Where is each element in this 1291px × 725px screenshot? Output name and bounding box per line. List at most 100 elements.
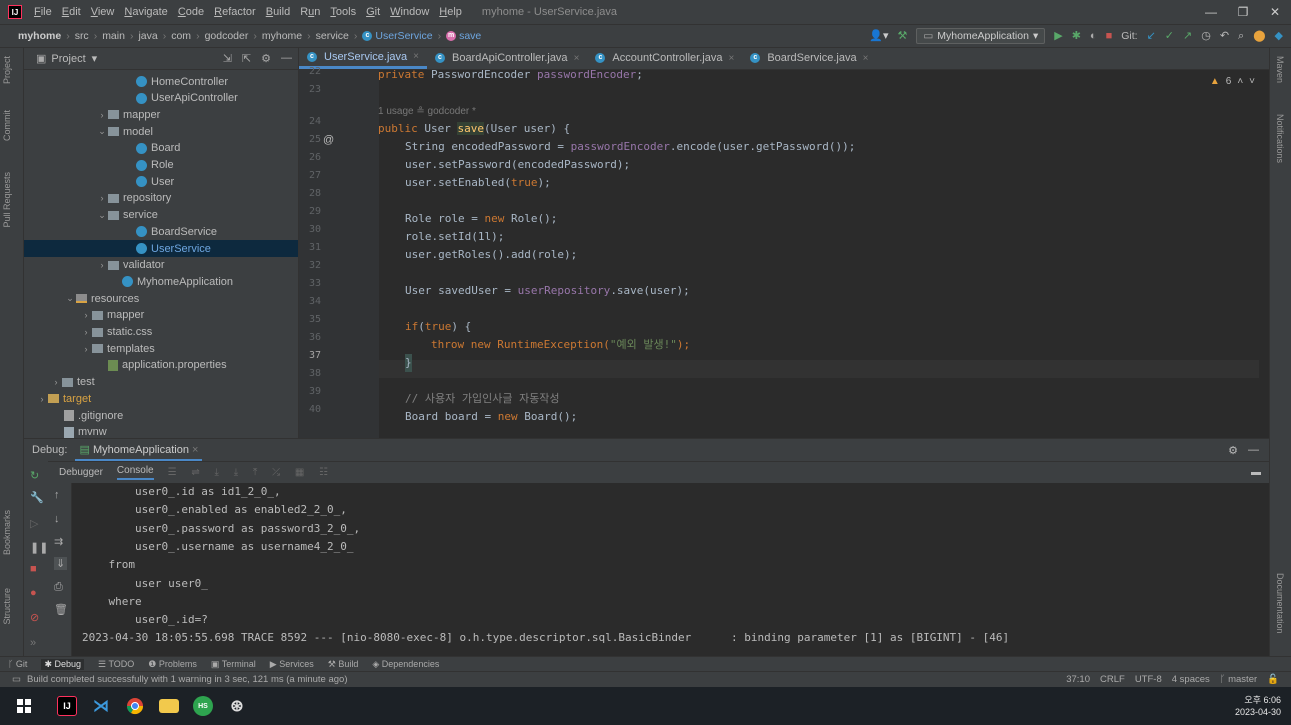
chevron-down-icon[interactable]: ▾ xyxy=(92,52,98,65)
lock-icon[interactable]: 🔓 xyxy=(1267,674,1279,685)
collapse-all-icon[interactable]: ⇱ xyxy=(242,52,251,65)
breadcrumb-item[interactable]: com xyxy=(171,30,191,42)
tree-item-mapper[interactable]: › mapper xyxy=(24,307,298,324)
more-icon[interactable]: » xyxy=(30,637,36,649)
intellij-taskbar-icon[interactable]: IJ xyxy=(57,696,77,716)
menu-help[interactable]: Help xyxy=(439,6,462,18)
tree-item-templates[interactable]: › templates xyxy=(24,340,298,357)
gear-icon[interactable]: ⚙ xyxy=(261,52,271,65)
cursor-position[interactable]: 37:10 xyxy=(1066,674,1090,685)
build-hammer-icon[interactable]: ⚒ xyxy=(898,30,908,42)
rerun-icon[interactable]: ↻ xyxy=(30,469,39,482)
rollback-icon[interactable]: ↶ xyxy=(1220,30,1229,42)
coverage-icon[interactable]: ◐ xyxy=(1090,30,1097,42)
breadcrumb-item[interactable]: godcoder xyxy=(205,30,249,42)
git-commit-icon[interactable]: ✓ xyxy=(1165,30,1174,42)
chevron-up-icon[interactable]: ˄ xyxy=(1237,76,1243,87)
line-separator[interactable]: CRLF xyxy=(1100,674,1125,685)
tree-item-mvnw[interactable]: mvnw xyxy=(24,424,298,438)
tree-item-board[interactable]: Board xyxy=(24,140,298,157)
indent-setting[interactable]: 4 spaces xyxy=(1172,674,1210,685)
close-icon[interactable]: × xyxy=(413,51,419,62)
bookmarks-tool-tab[interactable]: Bookmarks xyxy=(2,510,12,555)
menu-edit[interactable]: Edit xyxy=(62,6,81,18)
menu-navigate[interactable]: Navigate xyxy=(124,6,167,18)
history-icon[interactable]: ◷ xyxy=(1201,30,1211,42)
commit-tool-tab[interactable]: Commit xyxy=(2,110,12,141)
settings-wrench-icon[interactable]: 🔧 xyxy=(30,491,44,504)
gear-icon[interactable]: ⚙ xyxy=(1228,444,1238,457)
documentation-tool-tab[interactable]: Documentation xyxy=(1275,573,1285,634)
chevron-right-icon[interactable]: › xyxy=(96,260,108,270)
status-message[interactable]: Build completed successfully with 1 warn… xyxy=(27,674,348,685)
tree-item-resources[interactable]: ⌄ resources xyxy=(24,290,298,307)
stop-icon[interactable]: ■ xyxy=(1106,30,1113,42)
tree-item-role[interactable]: Role xyxy=(24,157,298,174)
tree-item-userservice[interactable]: UserService xyxy=(24,240,298,257)
pull-requests-tool-tab[interactable]: Pull Requests xyxy=(2,172,12,228)
run-icon[interactable]: ▶ xyxy=(1054,30,1062,42)
breakpoints-icon[interactable]: ● xyxy=(30,587,37,599)
stop-icon[interactable]: ■ xyxy=(30,563,37,575)
menu-file[interactable]: File xyxy=(34,6,52,18)
chevron-right-icon[interactable]: › xyxy=(80,310,92,320)
pause-icon[interactable]: ❚❚ xyxy=(30,541,48,554)
tree-item-user[interactable]: User xyxy=(24,173,298,190)
clear-trash-icon[interactable]: 🗑 xyxy=(54,603,68,616)
menu-build[interactable]: Build xyxy=(266,6,290,18)
tool-tab-git[interactable]: ᚴ Git xyxy=(8,659,27,669)
structure-tool-tab[interactable]: Structure xyxy=(2,588,12,625)
chevron-right-icon[interactable]: › xyxy=(96,110,108,120)
breadcrumb-item[interactable]: java xyxy=(138,30,157,42)
chevron-down-icon[interactable]: ⌄ xyxy=(64,293,76,304)
chrome-taskbar-icon[interactable] xyxy=(125,696,145,716)
github-desktop-taskbar-icon[interactable]: ⊛ xyxy=(227,696,247,716)
tree-item-target[interactable]: › target xyxy=(24,390,298,407)
menu-run[interactable]: Run xyxy=(300,6,320,18)
tree-item-myhomeapplication[interactable]: MyhomeApplication xyxy=(24,273,298,290)
resume-icon[interactable]: ▷ xyxy=(30,517,38,530)
scroll-up-icon[interactable]: ↑ xyxy=(54,489,60,501)
tool-tab-todo[interactable]: ☰ TODO xyxy=(98,659,134,670)
expand-all-icon[interactable]: ⇲ xyxy=(223,52,232,65)
scroll-down-icon[interactable]: ↓ xyxy=(54,513,60,525)
close-icon[interactable]: × xyxy=(574,53,580,64)
notifications-tool-tab[interactable]: Notifications xyxy=(1275,114,1285,163)
breadcrumb-item[interactable]: myhome xyxy=(18,30,61,42)
menu-code[interactable]: Code xyxy=(178,6,204,18)
inspection-widget[interactable]: ▲ 6 ˄ ˅ xyxy=(1210,76,1255,87)
breadcrumb-item[interactable]: src xyxy=(75,30,89,42)
menu-tools[interactable]: Tools xyxy=(330,6,356,18)
close-button[interactable]: ✕ xyxy=(1259,5,1291,19)
close-icon[interactable]: × xyxy=(192,444,198,456)
run-config-select[interactable]: ▭ MyhomeApplication ▾ xyxy=(916,28,1046,44)
chevron-right-icon[interactable]: › xyxy=(96,193,108,203)
system-clock[interactable]: 오후 6:06 2023-04-30 xyxy=(1235,694,1291,718)
chevron-right-icon[interactable]: › xyxy=(80,327,92,337)
tool-tab-build[interactable]: ⚒ Build xyxy=(328,659,359,670)
chevron-down-icon[interactable]: ˅ xyxy=(1249,76,1255,87)
breadcrumb-item[interactable]: m save xyxy=(446,30,481,42)
soft-wrap-icon[interactable]: ⇉ xyxy=(54,535,63,548)
chevron-right-icon[interactable]: › xyxy=(80,344,92,354)
file-explorer-taskbar-icon[interactable] xyxy=(159,699,179,713)
tree-item-homecontroller[interactable]: HomeController xyxy=(24,73,298,90)
hs-taskbar-icon[interactable]: HS xyxy=(193,696,213,716)
debug-session-tab[interactable]: ▤ MyhomeApplication × xyxy=(75,440,203,461)
minimize-button[interactable]: — xyxy=(1195,5,1227,19)
tree-item-mapper[interactable]: › mapper xyxy=(24,106,298,123)
tool-tab-terminal[interactable]: ▣ Terminal xyxy=(211,659,256,670)
update-icon[interactable]: ⬤ xyxy=(1253,30,1265,42)
print-icon[interactable]: ⎙ xyxy=(54,581,63,594)
breadcrumb-item[interactable]: myhome xyxy=(262,30,302,42)
scroll-to-end-icon[interactable]: ⇓ xyxy=(54,557,68,570)
tab-debugger[interactable]: Debugger xyxy=(59,467,103,478)
breadcrumb-item[interactable]: c UserService xyxy=(362,30,433,42)
tree-item-service[interactable]: ⌄ service xyxy=(24,207,298,224)
git-push-icon[interactable]: ↗ xyxy=(1183,30,1192,42)
editor-tab-boardservice-java[interactable]: c BoardService.java × xyxy=(742,48,876,69)
menu-refactor[interactable]: Refactor xyxy=(214,6,256,18)
breadcrumb-item[interactable]: service xyxy=(316,30,349,42)
file-encoding[interactable]: UTF-8 xyxy=(1135,674,1162,685)
user-icon[interactable]: 👤▾ xyxy=(869,30,888,42)
